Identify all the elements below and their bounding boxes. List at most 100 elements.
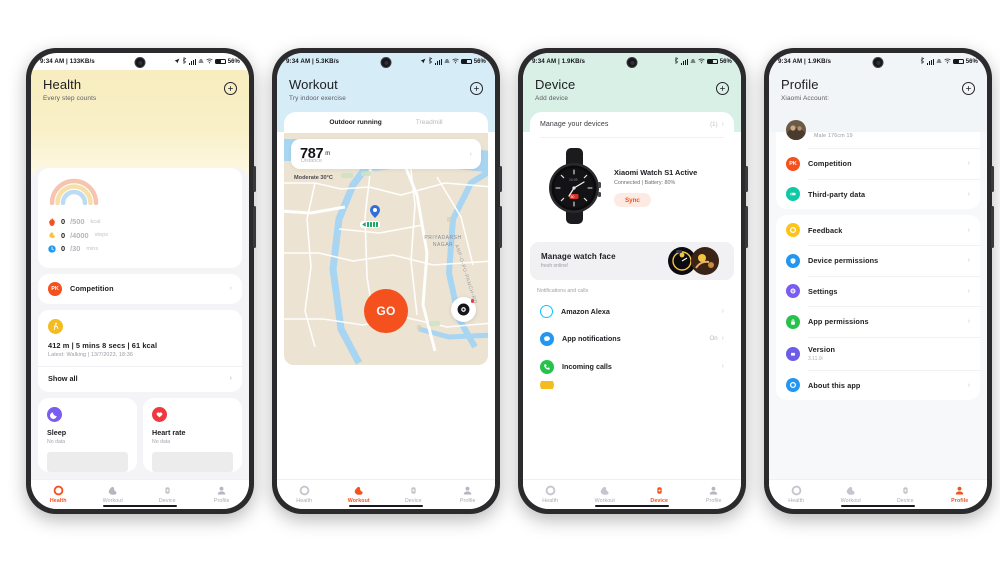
nav-label: Workout bbox=[840, 497, 861, 504]
metric-unit: mins bbox=[86, 245, 99, 252]
bluetooth-icon bbox=[428, 57, 433, 66]
tab-outdoor-running[interactable]: Outdoor running bbox=[329, 119, 381, 126]
metric-goal: /30 bbox=[70, 244, 81, 253]
list-item-third-party-data[interactable]: Third-party data › bbox=[776, 179, 980, 209]
nav-label: Workout bbox=[594, 497, 615, 504]
page-title: Workout bbox=[289, 77, 338, 92]
activity-card[interactable]: 412 m | 5 mins 8 secs | 61 kcal Latest: … bbox=[38, 309, 242, 392]
chevron-right-icon: › bbox=[721, 307, 724, 315]
go-button[interactable]: GO bbox=[364, 289, 408, 334]
map-label-priyadarsh-nagar: PRIYADARSH NAGAR bbox=[424, 235, 462, 248]
version-number: 3.11.0i bbox=[808, 355, 823, 362]
health-body: 0/500 kcal 0/4000 steps 0/30 mins PK Com… bbox=[31, 70, 249, 479]
nav-item-health[interactable]: Health bbox=[281, 485, 327, 504]
bottom-nav: Health Workout Device Profile bbox=[769, 479, 987, 509]
list-item-label: Amazon Alexa bbox=[561, 306, 610, 316]
shoe-icon bbox=[600, 487, 609, 496]
add-icon[interactable] bbox=[716, 82, 729, 95]
chevron-right-icon: › bbox=[229, 375, 232, 382]
home-indicator bbox=[349, 504, 423, 507]
metric-steps: 0/4000 steps bbox=[48, 231, 232, 240]
version-icon bbox=[786, 346, 800, 361]
nav-item-workout[interactable]: Workout bbox=[90, 485, 136, 504]
person-icon bbox=[709, 486, 718, 495]
list-item-feedback[interactable]: Feedback › bbox=[776, 215, 980, 245]
phone-workout: 9:34 AM | 5.3KB/s 56% Workout Try indoor… bbox=[272, 48, 502, 514]
home-indicator bbox=[595, 504, 669, 507]
signal-bars-icon bbox=[434, 58, 442, 65]
list-item-incoming-calls[interactable]: Incoming calls › bbox=[530, 353, 734, 381]
competition-label: Competition bbox=[70, 284, 114, 293]
competition-card[interactable]: PK Competition › bbox=[38, 273, 242, 304]
nav-label: Device bbox=[158, 497, 176, 504]
nav-item-workout[interactable]: Workout bbox=[828, 485, 874, 504]
notifications-list: Amazon Alexa › App notifications On › In… bbox=[530, 297, 734, 389]
list-item-about-this-app[interactable]: About this app › bbox=[776, 370, 980, 400]
watch-face-banner[interactable]: Manage watch face fresh online! bbox=[530, 241, 734, 280]
sleep-card[interactable]: Sleep No data bbox=[38, 398, 137, 472]
add-icon[interactable] bbox=[470, 82, 483, 95]
feedback-icon bbox=[786, 223, 800, 238]
list-item-settings[interactable]: Settings › bbox=[776, 276, 980, 306]
bluetooth-icon bbox=[182, 57, 187, 66]
watch-face-previews bbox=[667, 246, 720, 276]
list-item-partial[interactable] bbox=[530, 380, 734, 389]
device-header: Device Add device bbox=[523, 70, 741, 112]
nav-item-health[interactable]: Health bbox=[35, 485, 81, 504]
show-all-button[interactable]: Show all › bbox=[48, 366, 232, 392]
heart-rate-card[interactable]: Heart rate No data bbox=[143, 398, 242, 472]
nav-item-device[interactable]: Device bbox=[636, 485, 682, 504]
list-item-amazon-alexa[interactable]: Amazon Alexa › bbox=[530, 298, 734, 325]
chat-bubble-icon bbox=[540, 331, 554, 346]
tab-treadmill[interactable]: Treadmill bbox=[416, 119, 443, 126]
metric-goal: /4000 bbox=[70, 230, 89, 240]
nav-item-profile[interactable]: Profile bbox=[199, 485, 245, 504]
phone-device: 9:34 AM | 1.9KB/s 56% Device Add device … bbox=[518, 48, 748, 514]
list-item-version[interactable]: Version 3.11.0i bbox=[776, 337, 980, 370]
activity-rings-card[interactable]: 0/500 kcal 0/4000 steps 0/30 mins bbox=[38, 168, 242, 268]
status-bar: 9:34 AM | 1.9KB/s 56% bbox=[769, 53, 987, 70]
list-item-device-permissions[interactable]: Device permissions › bbox=[776, 246, 980, 276]
device-count: (1) bbox=[710, 121, 718, 129]
list-item-competition[interactable]: PK Competition › bbox=[776, 149, 980, 179]
page-subtitle: Add device bbox=[535, 95, 569, 103]
shoe-icon bbox=[846, 487, 855, 496]
nav-item-device[interactable]: Device bbox=[390, 485, 436, 504]
list-item-app-permissions[interactable]: App permissions › bbox=[776, 307, 980, 337]
battery-percent: 56% bbox=[227, 58, 240, 65]
nav-item-device[interactable]: Device bbox=[144, 485, 190, 504]
nav-item-profile[interactable]: Profile bbox=[937, 485, 983, 504]
nav-item-workout[interactable]: Workout bbox=[582, 485, 628, 504]
list-item-label: App permissions bbox=[808, 317, 869, 327]
moon-icon bbox=[47, 407, 62, 422]
person-icon bbox=[955, 486, 964, 495]
heart-rate-chart-placeholder bbox=[152, 452, 233, 472]
signal-bars-icon bbox=[680, 58, 688, 65]
map-view[interactable]: ANP-O-PU-PANCH-RD Danapur PRIYADARSH NAG… bbox=[284, 133, 488, 366]
health-metric-cards: Sleep No data Heart rate No data bbox=[38, 398, 242, 472]
add-icon[interactable] bbox=[224, 82, 237, 95]
home-indicator bbox=[103, 504, 177, 507]
battery-icon bbox=[460, 58, 473, 65]
distance-card[interactable]: 787 m Distance › bbox=[291, 139, 481, 170]
manage-devices-row[interactable]: Manage your devices (1) › bbox=[530, 112, 734, 137]
home-indicator bbox=[841, 504, 915, 507]
screenshot-stage: 9:34 AM | 133KB/s 56% 0 /500 kcal 0 /400… bbox=[0, 0, 1000, 562]
nav-item-profile[interactable]: Profile bbox=[691, 485, 737, 504]
alexa-icon bbox=[540, 304, 553, 318]
add-icon[interactable] bbox=[962, 82, 975, 95]
location-arrow-icon bbox=[420, 58, 426, 66]
sync-button[interactable]: Sync bbox=[614, 193, 651, 208]
sleep-title: Sleep bbox=[47, 428, 67, 437]
nav-label: Device bbox=[404, 497, 422, 504]
nav-item-device[interactable]: Device bbox=[882, 485, 928, 504]
nav-item-health[interactable]: Health bbox=[773, 485, 819, 504]
list-item-label: Competition bbox=[808, 159, 852, 169]
dual-sim-icon bbox=[444, 58, 450, 66]
nav-item-workout[interactable]: Workout bbox=[336, 485, 382, 504]
nav-item-profile[interactable]: Profile bbox=[445, 485, 491, 504]
distance-unit: m bbox=[325, 151, 331, 158]
list-item-app-notifications[interactable]: App notifications On › bbox=[530, 325, 734, 353]
status-time: 9:34 AM bbox=[40, 58, 65, 65]
nav-item-health[interactable]: Health bbox=[527, 485, 573, 504]
